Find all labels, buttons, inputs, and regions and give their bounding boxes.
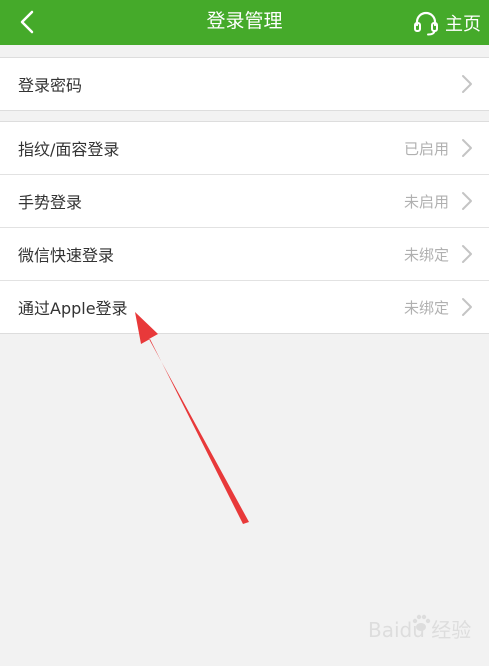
headset-icon [414,11,438,35]
login-password-row[interactable]: 登录密码 [0,58,489,110]
chevron-right-icon [462,75,472,93]
apple-login-status: 未绑定 [403,298,449,317]
chevron-right-icon [462,139,472,157]
wechat-login-row[interactable]: 微信快速登录 未绑定 [0,228,489,281]
chevron-right-icon [462,245,472,263]
home-label: 主页 [445,13,481,35]
back-button[interactable] [10,6,44,38]
gesture-login-status: 未启用 [403,192,449,211]
login-password-label: 登录密码 [18,76,83,95]
wechat-login-status: 未绑定 [403,245,449,264]
apple-login-label: 通过Apple登录 [18,299,128,318]
fingerprint-face-login-label: 指纹/面容登录 [18,140,120,159]
app-header: 登录管理 主页 [0,0,489,45]
home-button[interactable]: 主页 [413,0,481,45]
chevron-left-icon [20,10,34,34]
gesture-login-label: 手势登录 [18,193,83,212]
settings-group-password: 登录密码 [0,57,489,111]
chevron-right-icon [462,298,472,316]
baidu-watermark: Baidu 经验 [368,614,471,643]
settings-group-methods: 指纹/面容登录 已启用 手势登录 未启用 微信快速登录 未绑定 通过Apple登… [0,121,489,334]
wechat-login-label: 微信快速登录 [18,246,115,265]
chevron-right-icon [462,192,472,210]
fingerprint-face-login-row[interactable]: 指纹/面容登录 已启用 [0,122,489,175]
apple-login-row[interactable]: 通过Apple登录 未绑定 [0,281,489,333]
gesture-login-row[interactable]: 手势登录 未启用 [0,175,489,228]
fingerprint-face-login-status: 已启用 [403,139,449,158]
paw-icon [412,614,431,631]
